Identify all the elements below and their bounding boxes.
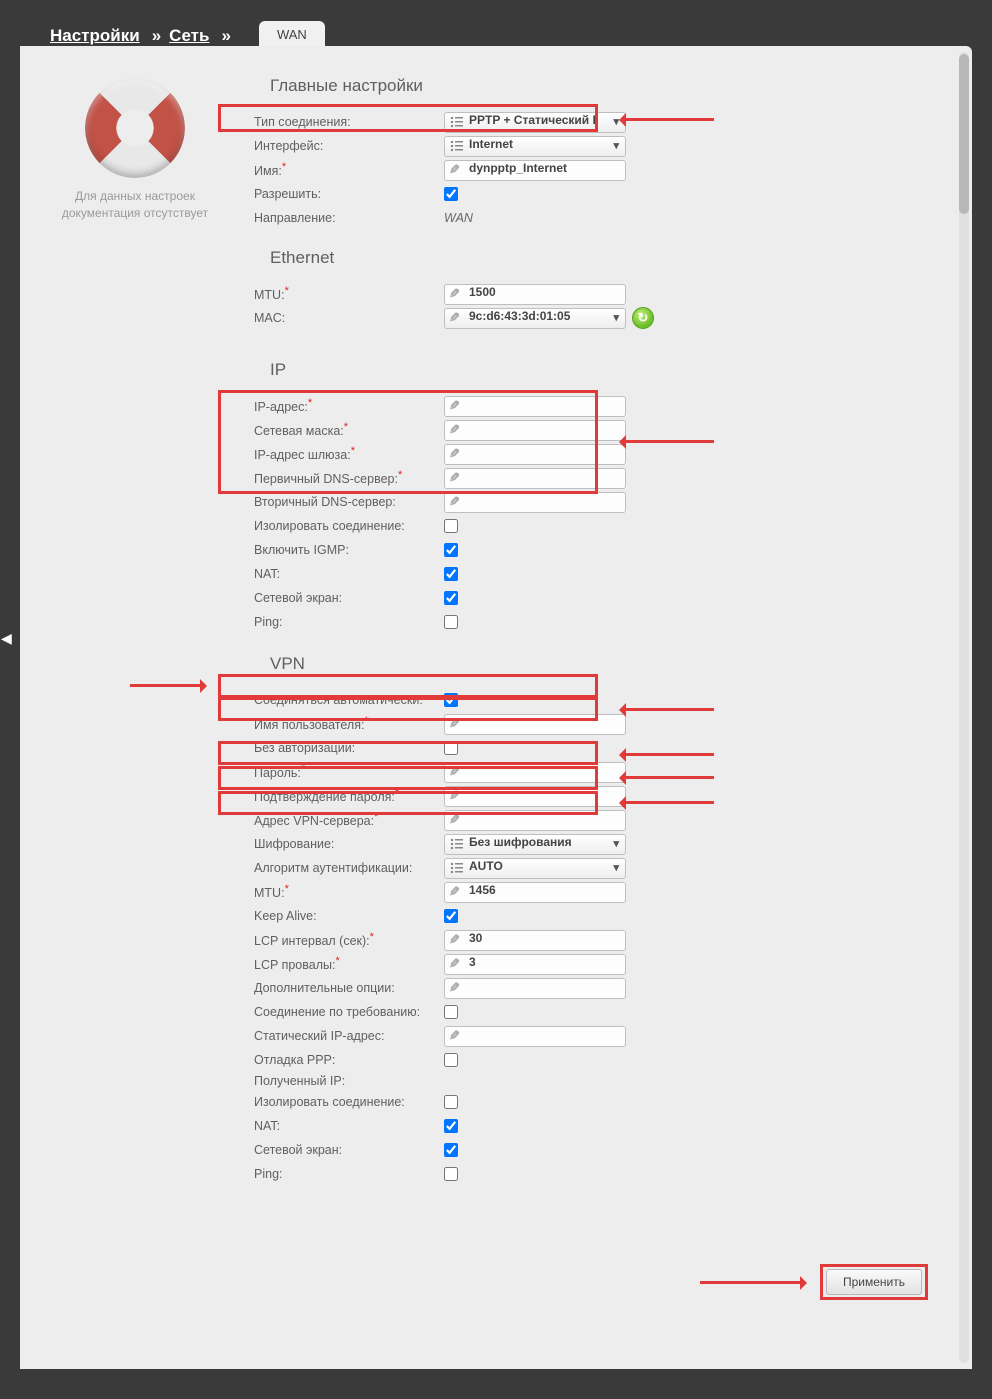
- debug-checkbox[interactable]: [444, 1053, 458, 1067]
- allow-checkbox[interactable]: [444, 187, 458, 201]
- section-vpn: VPN: [270, 654, 952, 674]
- apply-button[interactable]: Применить: [826, 1269, 922, 1295]
- breadcrumb-net[interactable]: Сеть: [169, 26, 209, 46]
- keep-checkbox[interactable]: [444, 909, 458, 923]
- noauth-checkbox[interactable]: [444, 741, 458, 755]
- vpn-mtu-label: MTU:*: [254, 883, 444, 900]
- vpn-ping-label: Ping:: [254, 1167, 444, 1181]
- vpn-fw-checkbox[interactable]: [444, 1143, 458, 1157]
- static-input[interactable]: [444, 1026, 626, 1047]
- expand-handle-icon[interactable]: ◀: [1, 630, 12, 647]
- auth-label: Алгоритм аутентификации:: [254, 861, 444, 875]
- form: Главные настройки Тип соединения: PPTP +…: [220, 70, 952, 1369]
- eth-mtu-label: MTU:*: [254, 285, 444, 302]
- dns1-label: Первичный DNS-сервер:*: [254, 469, 444, 486]
- pwd-input[interactable]: [444, 762, 626, 783]
- conn-type-select[interactable]: PPTP + Статический I: [444, 112, 626, 133]
- lcp-int-input[interactable]: 30: [444, 930, 626, 951]
- dns2-input[interactable]: [444, 492, 626, 513]
- dir-label: Направление:: [254, 211, 444, 225]
- recv-label: Полученный IP:: [254, 1074, 444, 1088]
- lifebuoy-icon: [85, 78, 185, 178]
- conn-type-label: Тип соединения:: [254, 115, 444, 129]
- keep-label: Keep Alive:: [254, 909, 444, 923]
- noauth-label: Без авторизации:: [254, 741, 444, 755]
- vpn-isol-label: Изолировать соединение:: [254, 1095, 444, 1109]
- eth-mtu-input[interactable]: 1500: [444, 284, 626, 305]
- lcp-fail-input[interactable]: 3: [444, 954, 626, 975]
- user-input[interactable]: [444, 714, 626, 735]
- vpn-isol-checkbox[interactable]: [444, 1095, 458, 1109]
- extra-input[interactable]: [444, 978, 626, 999]
- breadcrumb-sep: »: [152, 26, 161, 46]
- ip-ping-label: Ping:: [254, 615, 444, 629]
- main-panel: Для данных настроек документация отсутст…: [20, 46, 972, 1369]
- allow-label: Разрешить:: [254, 187, 444, 201]
- user-label: Имя пользователя:*: [254, 715, 444, 732]
- scrollbar[interactable]: [959, 52, 969, 1363]
- pwd2-label: Подтверждение пароля:*: [254, 787, 444, 804]
- section-ip: IP: [270, 360, 952, 380]
- auto-label: Соединяться автоматически:: [254, 693, 444, 707]
- demand-label: Соединение по требованию:: [254, 1005, 444, 1019]
- debug-label: Отладка PPP:: [254, 1053, 444, 1067]
- vpn-mtu-input[interactable]: 1456: [444, 882, 626, 903]
- vpn-fw-label: Сетевой экран:: [254, 1143, 444, 1157]
- dns2-label: Вторичный DNS-сервер:: [254, 495, 444, 509]
- name-label: Имя:*: [254, 161, 444, 178]
- server-label: Адрес VPN-сервера:*: [254, 811, 444, 828]
- help-text: Для данных настроек документация отсутст…: [50, 188, 220, 222]
- vpn-nat-label: NAT:: [254, 1119, 444, 1133]
- help-sidebar: Для данных настроек документация отсутст…: [50, 70, 220, 1369]
- ip-nat-label: NAT:: [254, 567, 444, 581]
- lcp-fail-label: LCP провалы:*: [254, 955, 444, 972]
- iface-label: Интерфейс:: [254, 139, 444, 153]
- mac-label: MAC:: [254, 311, 444, 325]
- gw-input[interactable]: [444, 444, 626, 465]
- demand-checkbox[interactable]: [444, 1005, 458, 1019]
- lcp-int-label: LCP интервал (сек):*: [254, 931, 444, 948]
- server-input[interactable]: [444, 810, 626, 831]
- scroll-thumb[interactable]: [959, 54, 969, 214]
- iface-select[interactable]: Internet: [444, 136, 626, 157]
- extra-label: Дополнительные опции:: [254, 981, 444, 995]
- section-eth: Ethernet: [270, 248, 952, 268]
- ip-addr-input[interactable]: [444, 396, 626, 417]
- enc-label: Шифрование:: [254, 837, 444, 851]
- breadcrumb: Настройки » Сеть » WAN: [20, 18, 972, 46]
- pwd-label: Пароль:*: [254, 763, 444, 780]
- static-label: Статический IP-адрес:: [254, 1029, 444, 1043]
- dns1-input[interactable]: [444, 468, 626, 489]
- section-main: Главные настройки: [270, 76, 952, 96]
- breadcrumb-settings[interactable]: Настройки: [50, 26, 140, 46]
- mask-label: Сетевая маска:*: [254, 421, 444, 438]
- enc-select[interactable]: Без шифрования: [444, 834, 626, 855]
- igmp-label: Включить IGMP:: [254, 543, 444, 557]
- ip-nat-checkbox[interactable]: [444, 567, 458, 581]
- mac-refresh-button[interactable]: ↻: [632, 307, 654, 329]
- ip-addr-label: IP-адрес:*: [254, 397, 444, 414]
- breadcrumb-sep: »: [221, 26, 230, 46]
- vpn-nat-checkbox[interactable]: [444, 1119, 458, 1133]
- pwd2-input[interactable]: [444, 786, 626, 807]
- mask-input[interactable]: [444, 420, 626, 441]
- dir-value: WAN: [444, 211, 473, 225]
- tab-wan[interactable]: WAN: [259, 21, 325, 48]
- ip-ping-checkbox[interactable]: [444, 615, 458, 629]
- auth-select[interactable]: AUTO: [444, 858, 626, 879]
- igmp-checkbox[interactable]: [444, 543, 458, 557]
- ip-fw-checkbox[interactable]: [444, 591, 458, 605]
- mac-select[interactable]: 9c:d6:43:3d:01:05: [444, 308, 626, 329]
- ip-isol-label: Изолировать соединение:: [254, 519, 444, 533]
- auto-checkbox[interactable]: [444, 693, 458, 707]
- vpn-ping-checkbox[interactable]: [444, 1167, 458, 1181]
- ip-isol-checkbox[interactable]: [444, 519, 458, 533]
- name-input[interactable]: dynpptp_Internet: [444, 160, 626, 181]
- gw-label: IP-адрес шлюза:*: [254, 445, 444, 462]
- ip-fw-label: Сетевой экран:: [254, 591, 444, 605]
